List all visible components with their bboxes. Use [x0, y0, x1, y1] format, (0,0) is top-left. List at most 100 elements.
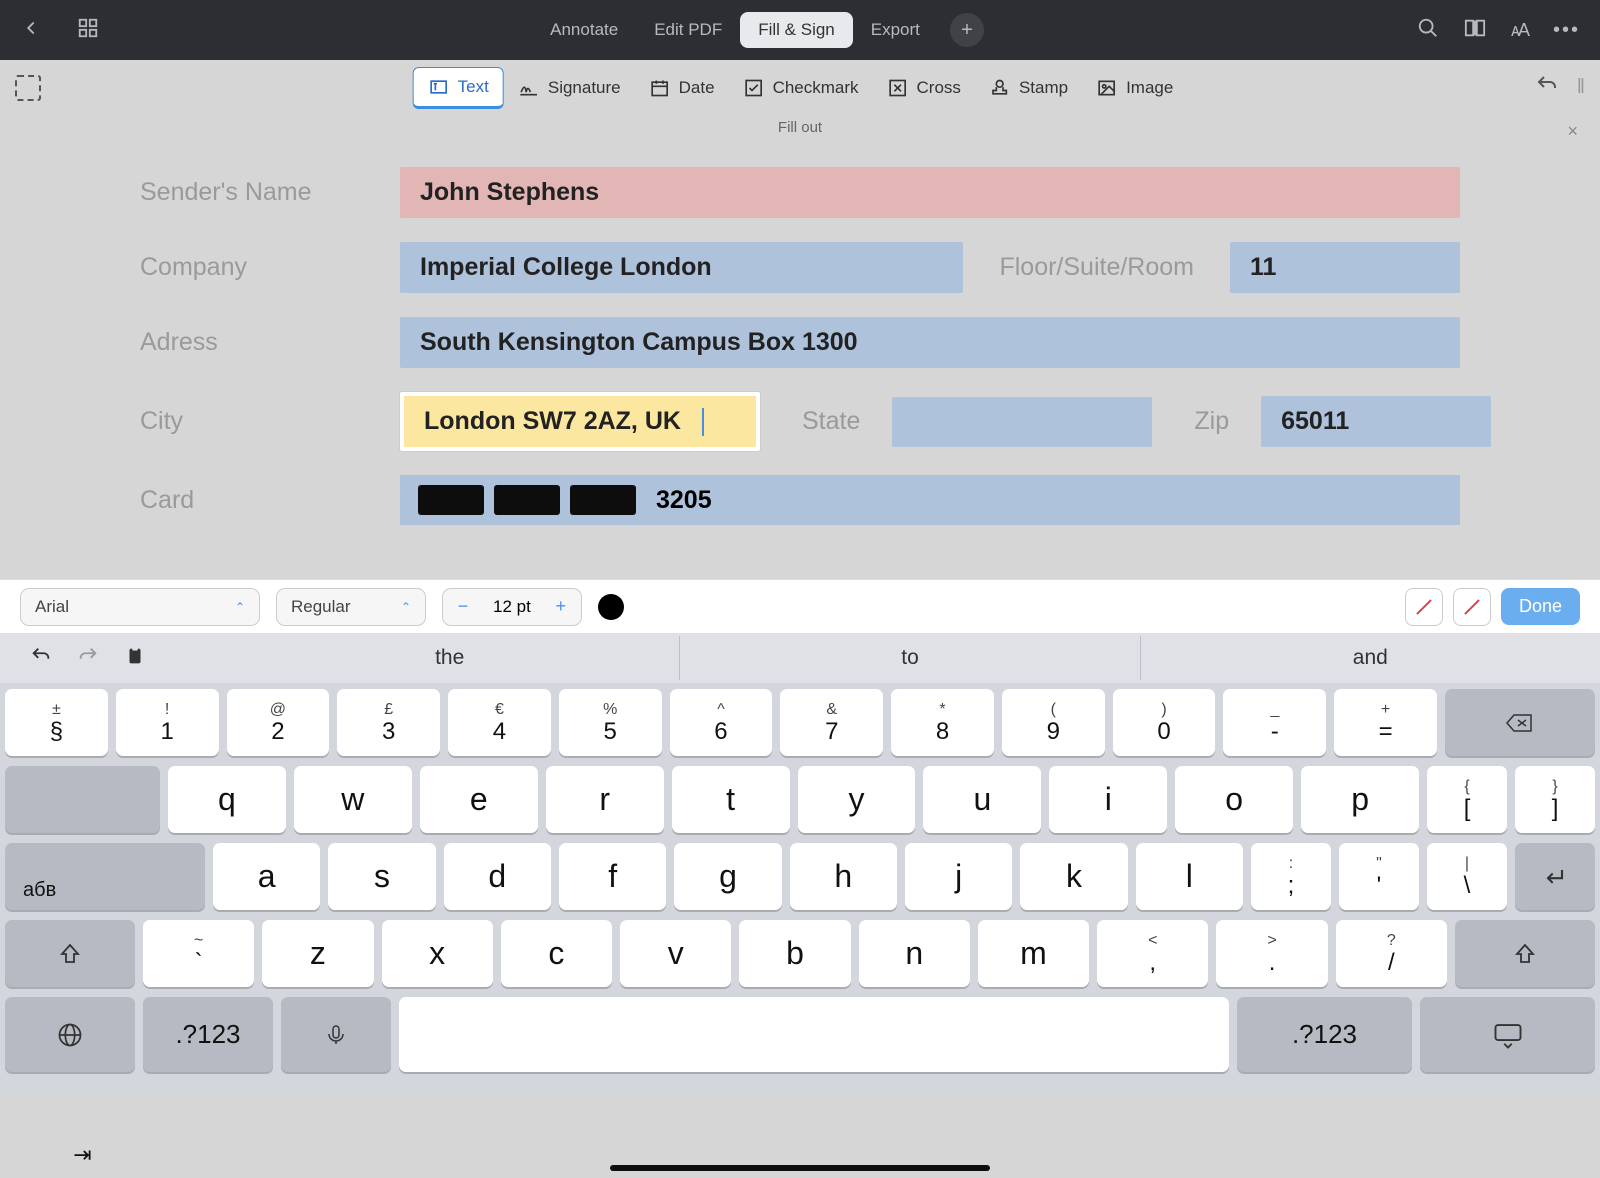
- key-bracket[interactable]: "': [1339, 843, 1419, 910]
- key--[interactable]: _-: [1223, 689, 1326, 756]
- field-suite[interactable]: 11: [1230, 242, 1460, 293]
- key-2[interactable]: @2: [227, 689, 330, 756]
- format-tool-2[interactable]: [1453, 588, 1491, 626]
- key-m[interactable]: m: [978, 920, 1089, 987]
- key-r[interactable]: r: [546, 766, 664, 833]
- key-num-right[interactable]: .?123: [1237, 997, 1412, 1072]
- key-7[interactable]: &7: [780, 689, 883, 756]
- key-u[interactable]: u: [923, 766, 1041, 833]
- tool-cross[interactable]: Cross: [873, 69, 975, 107]
- undo-icon[interactable]: [30, 645, 52, 672]
- key-l[interactable]: l: [1136, 843, 1243, 910]
- suggestion-3[interactable]: and: [1141, 636, 1600, 680]
- format-tool-1[interactable]: [1405, 588, 1443, 626]
- key-p[interactable]: p: [1301, 766, 1419, 833]
- search-icon[interactable]: [1417, 17, 1439, 44]
- tab-annotate[interactable]: Annotate: [532, 12, 636, 48]
- clipboard-icon[interactable]: [124, 645, 146, 672]
- key-9[interactable]: (9: [1002, 689, 1105, 756]
- tab-export[interactable]: Export: [853, 12, 938, 48]
- color-picker[interactable]: [598, 594, 624, 620]
- suggestion-2[interactable]: to: [680, 636, 1140, 680]
- key-§[interactable]: ±§: [5, 689, 108, 756]
- tool-image[interactable]: Image: [1082, 69, 1187, 107]
- key-1[interactable]: !1: [116, 689, 219, 756]
- key-o[interactable]: o: [1175, 766, 1293, 833]
- key-t[interactable]: t: [672, 766, 790, 833]
- key-globe[interactable]: [5, 997, 135, 1072]
- key-return[interactable]: [1515, 843, 1595, 910]
- key-v[interactable]: v: [620, 920, 731, 987]
- key-lang[interactable]: абв: [5, 843, 205, 910]
- key-y[interactable]: y: [798, 766, 916, 833]
- textsize-icon[interactable]: ᴀA: [1511, 20, 1528, 41]
- home-indicator[interactable]: [610, 1165, 990, 1171]
- redo-icon[interactable]: [77, 645, 99, 672]
- key-n[interactable]: n: [859, 920, 970, 987]
- key-w[interactable]: w: [294, 766, 412, 833]
- key-z[interactable]: z: [262, 920, 373, 987]
- key-tilde[interactable]: ~`: [143, 920, 254, 987]
- tool-date[interactable]: Date: [635, 69, 729, 107]
- key-d[interactable]: d: [444, 843, 551, 910]
- grid-icon[interactable]: [77, 17, 99, 44]
- key-h[interactable]: h: [790, 843, 897, 910]
- pause-icon[interactable]: ‖: [1577, 76, 1585, 99]
- tab-fill-sign[interactable]: Fill & Sign: [740, 12, 853, 48]
- key-8[interactable]: *8: [891, 689, 994, 756]
- field-company[interactable]: Imperial College London: [400, 242, 963, 293]
- field-zip[interactable]: 65011: [1261, 396, 1491, 447]
- done-button[interactable]: Done: [1501, 588, 1580, 625]
- field-state[interactable]: [892, 397, 1152, 447]
- more-icon[interactable]: •••: [1553, 19, 1580, 42]
- key-b[interactable]: b: [739, 920, 850, 987]
- field-city[interactable]: London SW7 2AZ, UK: [400, 392, 760, 451]
- key-q[interactable]: q: [168, 766, 286, 833]
- tool-text[interactable]: Text: [413, 67, 504, 109]
- key-shift-left[interactable]: [5, 920, 135, 987]
- key-punct[interactable]: >.: [1216, 920, 1327, 987]
- key-bracket[interactable]: :;: [1251, 843, 1331, 910]
- key-5[interactable]: %5: [559, 689, 662, 756]
- field-address[interactable]: South Kensington Campus Box 1300: [400, 317, 1460, 368]
- add-tab-button[interactable]: +: [950, 13, 984, 47]
- selection-tool[interactable]: [15, 75, 41, 101]
- font-dropdown[interactable]: Arial⌃: [20, 588, 260, 626]
- key-e[interactable]: e: [420, 766, 538, 833]
- field-sender[interactable]: John Stephens: [400, 167, 1460, 218]
- key-c[interactable]: c: [501, 920, 612, 987]
- undo-icon[interactable]: [1535, 73, 1559, 103]
- key-backspace[interactable]: [1445, 689, 1595, 756]
- close-icon[interactable]: ×: [1567, 121, 1578, 142]
- key-4[interactable]: €4: [448, 689, 551, 756]
- tool-stamp[interactable]: Stamp: [975, 69, 1082, 107]
- key-punct[interactable]: <,: [1097, 920, 1208, 987]
- key-shift-right[interactable]: [1455, 920, 1595, 987]
- key-num-left[interactable]: .?123: [143, 997, 273, 1072]
- key-mic[interactable]: [281, 997, 391, 1072]
- tool-signature[interactable]: Signature: [504, 69, 635, 107]
- key-[[interactable]: {[: [1427, 766, 1507, 833]
- key-k[interactable]: k: [1020, 843, 1127, 910]
- key-0[interactable]: )0: [1113, 689, 1216, 756]
- key-space[interactable]: [399, 997, 1229, 1072]
- key-=[interactable]: +=: [1334, 689, 1437, 756]
- key-g[interactable]: g: [674, 843, 781, 910]
- weight-dropdown[interactable]: Regular⌃: [276, 588, 426, 626]
- field-card[interactable]: 3205: [400, 475, 1460, 525]
- size-plus-button[interactable]: +: [541, 596, 581, 617]
- key-f[interactable]: f: [559, 843, 666, 910]
- key-j[interactable]: j: [905, 843, 1012, 910]
- key-s[interactable]: s: [328, 843, 435, 910]
- key-tab[interactable]: ⇥: [5, 766, 160, 833]
- tool-checkmark[interactable]: Checkmark: [729, 69, 873, 107]
- key-x[interactable]: x: [382, 920, 493, 987]
- key-3[interactable]: £3: [337, 689, 440, 756]
- key-a[interactable]: a: [213, 843, 320, 910]
- key-punct[interactable]: ?/: [1336, 920, 1447, 987]
- suggestion-1[interactable]: the: [220, 636, 680, 680]
- back-icon[interactable]: [20, 17, 42, 44]
- key-bracket[interactable]: |\: [1427, 843, 1507, 910]
- book-icon[interactable]: [1464, 17, 1486, 44]
- size-minus-button[interactable]: −: [443, 596, 483, 617]
